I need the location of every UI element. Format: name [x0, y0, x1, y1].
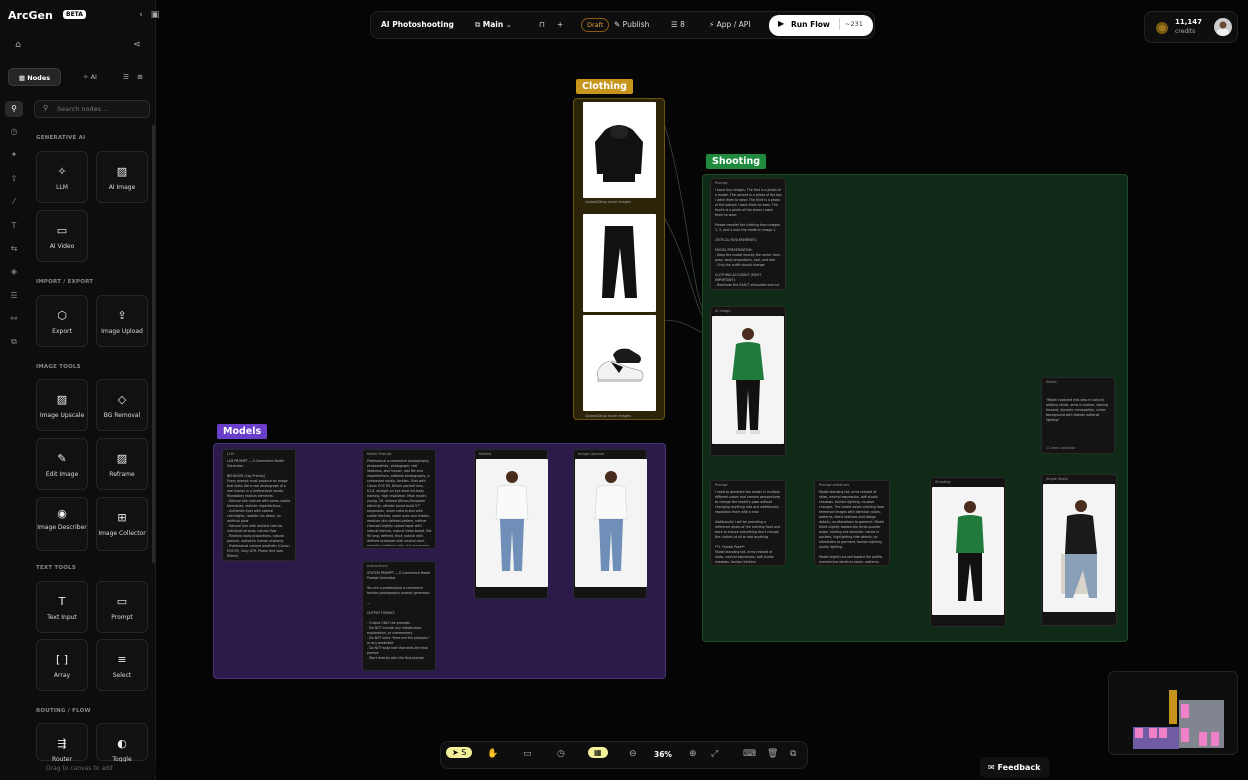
node-header: LLM	[227, 452, 234, 456]
node-text: Model standing tall, arms relaxed at sid…	[819, 490, 885, 563]
node-single-shots[interactable]: Single Shots	[1041, 474, 1117, 626]
node-text: I have four images. The first is a photo…	[715, 188, 782, 287]
node-text: LLM PROMPT — E-Commerce Model Generator …	[227, 459, 291, 558]
single-shots-output[interactable]	[1043, 484, 1115, 612]
clothing-image-hoodie[interactable]	[583, 102, 656, 198]
feedback-button[interactable]: ✉ Feedback	[980, 757, 1050, 778]
feedback-text: Feedback	[997, 763, 1041, 772]
zoom-in-icon[interactable]: ⊕	[689, 749, 697, 759]
node-image-upscale[interactable]: Image Upscale	[573, 449, 647, 599]
node-models-llm[interactable]: LLM LLM PROMPT — E-Commerce Model Genera…	[222, 449, 296, 561]
node-header: Prompt	[715, 483, 728, 487]
upload-more-label[interactable]: Upload/Drop more images	[585, 200, 631, 204]
node-header: Prompt enhancer	[819, 483, 850, 487]
shooting-output[interactable]	[932, 487, 1004, 615]
upscale-output[interactable]	[575, 459, 647, 587]
node-header: Instructions	[367, 564, 388, 568]
upload-more-label-2[interactable]: Upload/Drop more images	[585, 414, 631, 418]
node-header: Single Shots	[1046, 477, 1068, 481]
node-prompt-enhancer[interactable]: Prompt enhancer Model standing tall, arm…	[814, 480, 890, 566]
select-items-count: 11 items available	[1046, 446, 1076, 450]
node-shooting[interactable]: Shooting	[930, 477, 1006, 627]
node-model-prompt[interactable]: Model Prompt Professional e-commerce pho…	[362, 449, 436, 549]
hand-tool-icon[interactable]: ✋	[487, 749, 498, 759]
feedback-label: ✉ Feedback	[988, 763, 1041, 772]
canvas-toolbar: ➤ S ✋ ▭ ◷ ▦ ⊖ 36% ⊕ ⤢ ⌨ 🗑 ⧉	[440, 741, 808, 769]
minimap-canvas	[1133, 690, 1224, 749]
delete-icon[interactable]: 🗑	[767, 749, 778, 759]
node-text: SYSTEM PROMPT — E-Commerce Model Prompt …	[367, 571, 431, 660]
group-label-shooting[interactable]: Shooting	[706, 154, 767, 169]
node-shooting-prompt[interactable]: Prompt I have four images. The first is …	[710, 178, 786, 290]
node-text: Professional e-commerce photography, pho…	[367, 459, 432, 546]
group-label-clothing[interactable]: Clothing	[576, 79, 633, 94]
node-instructions[interactable]: Instructions SYSTEM PROMPT — E-Commerce …	[362, 561, 436, 671]
ai-image-output[interactable]	[712, 316, 784, 444]
select-tool-icon[interactable]: ➤ S	[446, 747, 473, 758]
node-header: Model Prompt	[367, 452, 392, 456]
minimap[interactable]	[1108, 671, 1238, 755]
node-models[interactable]: Models	[474, 449, 548, 599]
frame-tool-icon[interactable]: ▭	[523, 749, 532, 759]
group-label-models[interactable]: Models	[217, 424, 268, 439]
node-header: Select	[1046, 380, 1057, 384]
zoom-level: 36%	[654, 750, 672, 759]
node-select[interactable]: Select "Model captured mid-step in natur…	[1041, 377, 1115, 454]
node-header: Image Upscale	[578, 452, 604, 456]
node-header: AI Image	[715, 309, 731, 313]
models-output[interactable]	[476, 459, 548, 587]
keyboard-icon[interactable]: ⌨	[743, 749, 756, 759]
node-header: Prompt	[715, 181, 728, 185]
history-tool-icon[interactable]: ◷	[557, 749, 565, 759]
map-tool-icon[interactable]: ▦	[588, 747, 608, 758]
node-header: Models	[479, 452, 492, 456]
duplicate-icon[interactable]: ⧉	[790, 749, 796, 759]
node-text: I need to generate the model in multiple…	[715, 490, 781, 563]
node-ai-image[interactable]: AI Image	[710, 306, 786, 456]
clothing-image-pants[interactable]	[583, 214, 656, 312]
zoom-out-icon[interactable]: ⊖	[629, 749, 637, 759]
node-header: Shooting	[935, 480, 951, 484]
node-pose-prompt[interactable]: Prompt I need to generate the model in m…	[710, 480, 786, 566]
fit-view-icon[interactable]: ⤢	[711, 749, 718, 759]
select-text: "Model captured mid-step in natural walk…	[1046, 398, 1110, 422]
clothing-image-shoes[interactable]	[583, 315, 656, 411]
